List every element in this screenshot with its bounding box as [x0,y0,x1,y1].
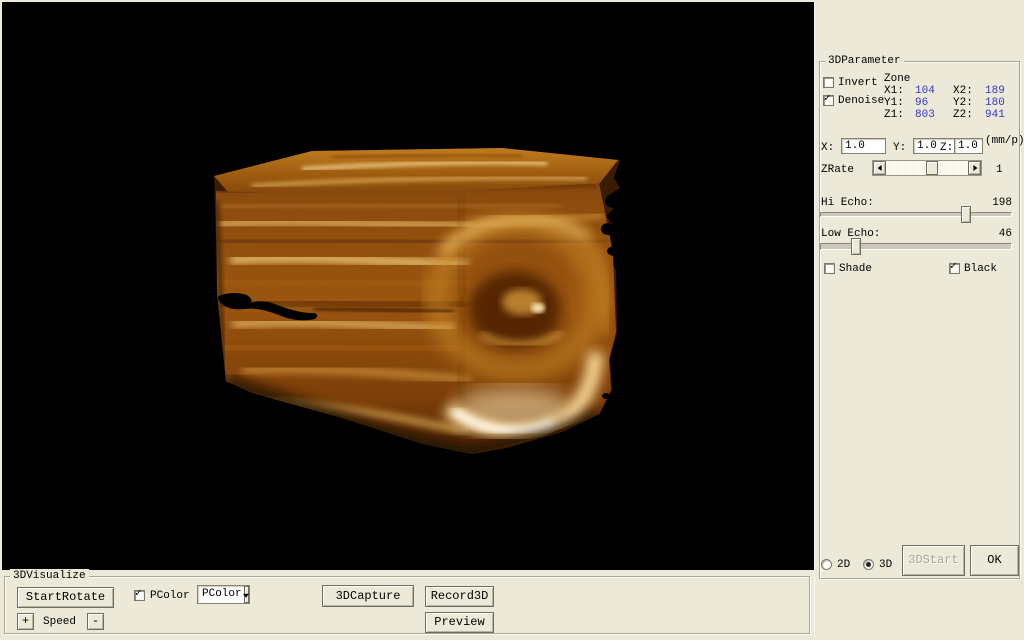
render-viewport[interactable] [2,2,814,570]
denoise-label: Denoise [838,95,884,107]
voxel-z-label: Z: [940,142,953,154]
parameter-groupbox: 3DParameter ✓ Invert ✓ Denoise Zone X1: … [819,61,1020,579]
radio-dot-icon [866,562,871,567]
low-echo-value: 46 [999,228,1012,240]
pcolor-checkbox[interactable]: ✓ [134,590,145,601]
hi-echo-label: Hi Echo: [821,197,874,209]
hi-echo-value: 198 [992,197,1012,209]
black-label: Black [964,263,997,275]
zrate-right-arrow-icon[interactable] [968,161,981,175]
zone-x1-value: 104 [915,85,935,97]
checkmark-icon: ✓ [950,261,957,274]
hi-echo-slider-track[interactable] [820,212,1012,217]
visualize-panel: 3DVisualize StartRotate + Speed - ✓ PCol… [2,570,814,638]
pcolor-dropdown-value: PColor [198,586,244,603]
start-rotate-button[interactable]: StartRotate [17,587,114,608]
mode-3d-label: 3D [879,559,892,571]
speed-minus-button[interactable]: - [87,613,104,630]
mode-2d-radio[interactable] [821,559,832,570]
zone-y2-value: 180 [985,97,1005,109]
mode-3d-radio[interactable] [863,559,874,570]
preview-button[interactable]: Preview [425,612,494,633]
volume-render[interactable] [2,2,814,570]
parameter-panel: 3DParameter ✓ Invert ✓ Denoise Zone X1: … [814,2,1022,638]
zone-x1-label: X1: [884,85,904,97]
voxel-z-input[interactable] [954,138,983,154]
zrate-label: ZRate [821,164,854,176]
invert-checkbox[interactable]: ✓ [823,77,834,88]
invert-label: Invert [838,77,878,89]
denoise-checkbox[interactable]: ✓ [823,95,834,106]
app-window: 3DParameter ✓ Invert ✓ Denoise Zone X1: … [0,0,1024,640]
capture-3d-button[interactable]: 3DCapture [322,585,414,607]
checkmark-icon: ✓ [824,93,831,106]
zone-x2-value: 189 [985,85,1005,97]
shade-label: Shade [839,263,872,275]
visualize-group-title: 3DVisualize [10,569,89,583]
voxel-y-label: Y: [893,142,906,154]
record-3d-button[interactable]: Record3D [425,586,494,607]
dropdown-arrow-icon[interactable] [244,586,249,603]
zrate-value: 1 [996,164,1003,176]
voxel-x-input[interactable] [841,138,886,154]
zone-z1-label: Z1: [884,109,904,121]
start-3d-button[interactable]: 3DStart [902,545,965,576]
visualize-groupbox: 3DVisualize StartRotate + Speed - ✓ PCol… [4,576,810,634]
zone-y1-value: 96 [915,97,928,109]
zone-z2-value: 941 [985,109,1005,121]
hi-echo-thumb[interactable] [961,206,971,223]
low-echo-thumb[interactable] [851,238,861,255]
zone-z2-label: Z2: [953,109,973,121]
zrate-track[interactable] [886,161,968,175]
zone-z1-value: 803 [915,109,935,121]
zrate-left-arrow-icon[interactable] [873,161,886,175]
shade-checkbox[interactable]: ✓ [824,263,835,274]
checkmark-icon: ✓ [135,588,142,601]
speed-label: Speed [43,616,76,628]
zone-y1-label: Y1: [884,97,904,109]
ok-button[interactable]: OK [970,545,1019,576]
zone-x2-label: X2: [953,85,973,97]
black-checkbox[interactable]: ✓ [949,263,960,274]
parameter-group-title: 3DParameter [825,54,904,68]
voxel-x-label: X: [821,142,834,154]
zrate-scrollbar[interactable] [872,160,982,176]
low-echo-slider-track[interactable] [820,243,1012,250]
pcolor-label: PColor [150,590,190,602]
pcolor-dropdown[interactable]: PColor [197,585,250,604]
zone-y2-label: Y2: [953,97,973,109]
zrate-thumb[interactable] [926,161,938,175]
mode-2d-label: 2D [837,559,850,571]
speed-plus-button[interactable]: + [17,613,34,630]
voxel-unit-label: (mm/p) [985,135,1024,147]
zone-label: Zone [884,73,910,85]
